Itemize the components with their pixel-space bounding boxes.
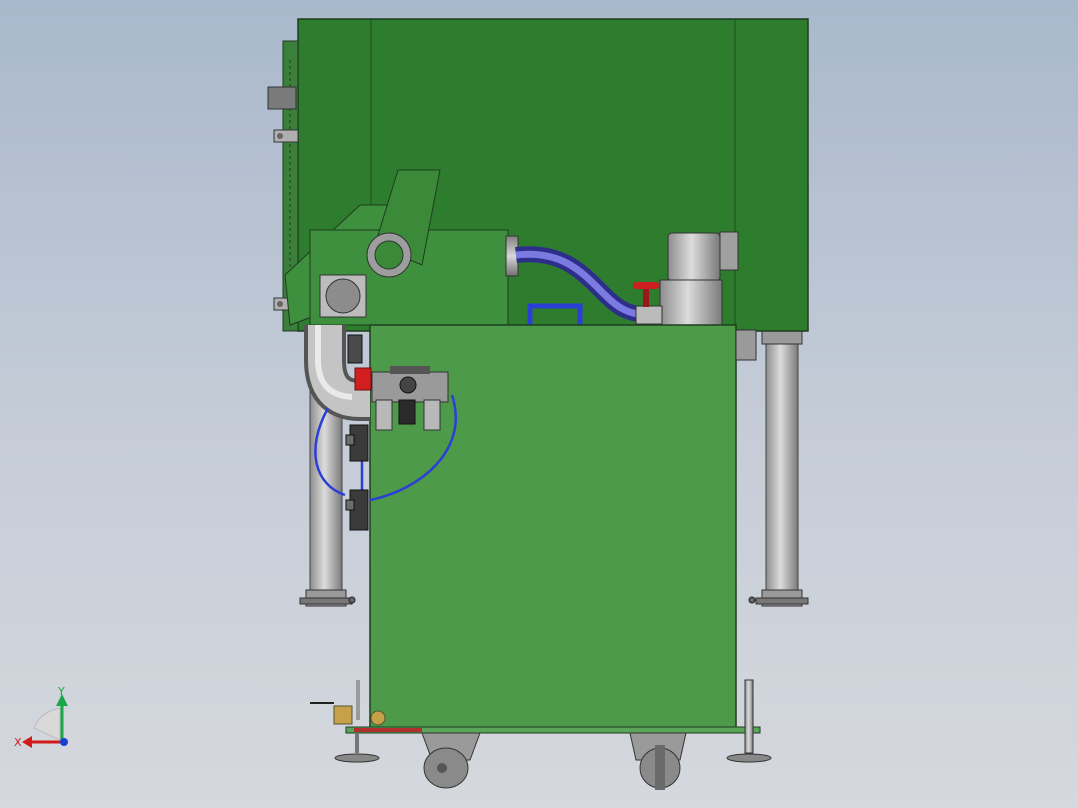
y-axis-label: Y [57,686,65,698]
machine-model[interactable] [0,0,1078,808]
hinge-upper [273,129,299,143]
cad-viewport[interactable]: Y X [0,0,1078,808]
side-latch [267,86,297,110]
z-axis [60,738,68,746]
filter-regulator-unit[interactable] [371,366,449,431]
right-support-column [748,329,809,607]
leveling-foot-left [334,733,380,763]
solenoid-valve-lower[interactable] [345,489,369,531]
x-axis-label: X [14,736,22,749]
small-valve-top [347,334,363,364]
caster-wheel-right [629,732,687,790]
coordinate-triad-icon[interactable]: Y X [12,686,82,756]
solenoid-valve-upper[interactable] [345,424,369,462]
caster-wheel-icon [421,732,481,789]
exhaust-elbow-pipe [304,325,372,421]
base-plate [345,726,761,734]
